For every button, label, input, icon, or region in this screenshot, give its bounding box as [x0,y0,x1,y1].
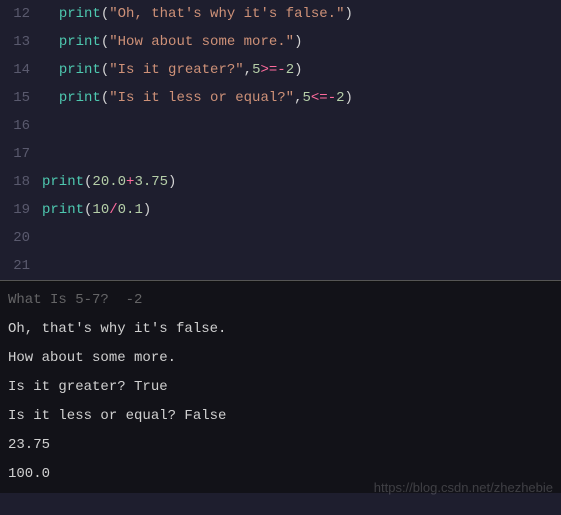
line-number: 15 [0,84,42,112]
terminal-line: Is it less or equal? False [8,402,553,431]
terminal-output[interactable]: What Is 5-7? -2Oh, that's why it's false… [0,282,561,493]
terminal-line: What Is 5-7? -2 [8,286,553,315]
code-line[interactable]: 20 [0,224,561,252]
line-number: 20 [0,224,42,252]
terminal-line: Is it greater? True [8,373,553,402]
code-content[interactable]: print(20.0+3.75) [42,168,176,196]
code-content[interactable]: print("Is it less or equal?",5<=-2) [42,84,353,112]
code-editor[interactable]: 12 print("Oh, that's why it's false.")13… [0,0,561,280]
code-content[interactable]: print("Is it greater?",5>=-2) [42,56,303,84]
terminal-line: 23.75 [8,431,553,460]
code-line[interactable]: 17 [0,140,561,168]
terminal-line: Oh, that's why it's false. [8,315,553,344]
line-number: 16 [0,112,42,140]
terminal-line: 100.0 [8,460,553,489]
code-line[interactable]: 19print(10/0.1) [0,196,561,224]
line-number: 12 [0,0,42,28]
code-line[interactable]: 18print(20.0+3.75) [0,168,561,196]
line-number: 21 [0,252,42,280]
line-number: 18 [0,168,42,196]
code-line[interactable]: 13 print("How about some more.") [0,28,561,56]
code-line[interactable]: 15 print("Is it less or equal?",5<=-2) [0,84,561,112]
code-content[interactable]: print(10/0.1) [42,196,151,224]
code-content[interactable]: print("How about some more.") [42,28,302,56]
line-number: 17 [0,140,42,168]
line-number: 14 [0,56,42,84]
code-content[interactable]: print("Oh, that's why it's false.") [42,0,353,28]
code-line[interactable]: 16 [0,112,561,140]
code-line[interactable]: 14 print("Is it greater?",5>=-2) [0,56,561,84]
line-number: 13 [0,28,42,56]
terminal-line: How about some more. [8,344,553,373]
code-line[interactable]: 12 print("Oh, that's why it's false.") [0,0,561,28]
code-line[interactable]: 21 [0,252,561,280]
line-number: 19 [0,196,42,224]
